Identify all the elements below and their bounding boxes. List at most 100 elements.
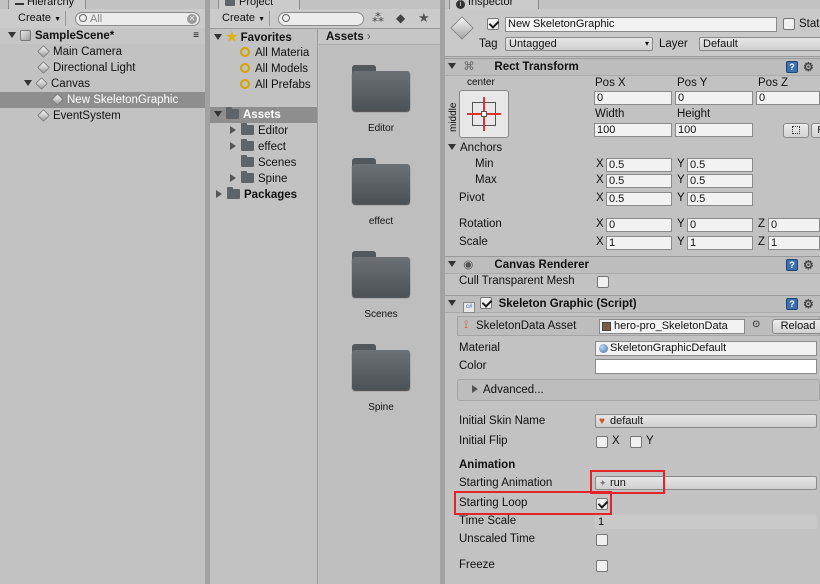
tab-inspector[interactable]: i Inspector [449,0,539,9]
project-search-input[interactable] [278,12,364,26]
flip-x-checkbox[interactable] [596,436,608,448]
scene-row[interactable]: SampleScene* ≡ [0,28,205,44]
skeleton-graphic-header[interactable]: c# Skeleton Graphic (Script) ? ⚙ [445,295,820,313]
list-item[interactable]: All Prefabs [210,77,317,93]
expand-arrow-icon[interactable] [448,144,456,150]
favorite-star-icon[interactable]: ★ [418,10,430,26]
reload-button[interactable]: Reload [772,319,820,334]
scene-menu-icon[interactable]: ≡ [193,28,199,44]
search-by-label-icon[interactable]: ◆ [396,11,405,25]
material-field[interactable]: SkeletonGraphicDefault [595,341,817,356]
static-checkbox[interactable] [783,18,795,30]
advanced-foldout[interactable]: Advanced... [457,379,820,401]
folder-tile-icon[interactable] [352,158,410,204]
flip-x-label: X [612,435,620,447]
help-icon[interactable]: ? [786,61,798,73]
component-enabled-checkbox[interactable] [480,297,493,309]
project-panel: Project Create ▼ ⁂ ◆ ★ ★ Favorites All Ma… [210,0,440,584]
anchor-min-y-field[interactable]: 0.5 [687,158,753,172]
list-item[interactable]: Scenes [210,155,317,171]
create-button[interactable]: Create ▼ [218,11,271,26]
expand-arrow-icon[interactable] [448,63,456,69]
pivot-y-field[interactable]: 0.5 [687,192,753,206]
anchor-max-y-field[interactable]: 0.5 [687,174,753,188]
rotation-x-field[interactable]: 0 [606,218,672,232]
tab-hierarchy[interactable]: Hierarchy [8,0,86,9]
list-item-selected[interactable]: New SkeletonGraphic [0,92,205,108]
expand-arrow-icon[interactable] [472,385,478,393]
hierarchy-search-input[interactable]: All ✕ [75,12,200,26]
width-field[interactable]: 100 [594,123,672,137]
scale-y-field[interactable]: 1 [687,236,753,250]
blueprint-mode-button[interactable] [783,123,809,138]
rotation-z-field[interactable]: 0 [768,218,820,232]
skeleton-data-icon: ⟟ [464,319,469,331]
list-item[interactable]: Spine [210,171,317,187]
canvas-renderer-header[interactable]: ◉ Canvas Renderer ? ⚙ [445,256,820,274]
starting-animation-label: Starting Animation [459,477,553,489]
search-by-type-icon[interactable]: ⁂ [372,11,384,25]
expand-arrow-icon[interactable] [214,34,222,40]
folder-tile-icon[interactable] [352,344,410,390]
asset-icon [602,322,611,331]
anchor-min-x-field[interactable]: 0.5 [606,158,672,172]
active-checkbox[interactable] [487,18,499,30]
settings-gear-icon[interactable]: ⚙ [803,298,815,310]
pos-y-field[interactable]: 0 [675,91,753,105]
pos-z-field[interactable]: 0 [756,91,820,105]
height-field[interactable]: 100 [675,123,753,137]
object-name-field[interactable]: New SkeletonGraphic [505,17,777,32]
anchor-max-x-field[interactable]: 0.5 [606,174,672,188]
scale-x-field[interactable]: 1 [606,236,672,250]
freeze-checkbox[interactable] [596,560,608,572]
expand-arrow-icon[interactable] [216,190,222,198]
layer-dropdown[interactable]: Default [699,37,820,51]
create-button[interactable]: Create ▼ [14,11,67,26]
time-scale-field[interactable]: 1 [595,515,817,529]
favorites-row[interactable]: ★ Favorites [210,29,317,45]
unscaled-time-checkbox[interactable] [596,534,608,546]
expand-arrow-icon[interactable] [448,300,456,306]
raw-edit-button[interactable]: R [811,123,820,138]
rotation-y-field[interactable]: 0 [687,218,753,232]
rect-transform-header[interactable]: ⌘ Rect Transform ? ⚙ [445,58,820,76]
expand-arrow-icon[interactable] [8,32,16,38]
pivot-x-field[interactable]: 0.5 [606,192,672,206]
help-icon[interactable]: ? [786,259,798,271]
help-icon[interactable]: ? [786,298,798,310]
expand-arrow-icon[interactable] [24,80,32,86]
unscaled-time-label: Unscaled Time [459,533,536,545]
breadcrumb-assets[interactable]: Assets [326,31,364,43]
initial-skin-dropdown[interactable]: ♥ default [595,414,817,428]
expand-arrow-icon[interactable] [230,142,236,150]
clear-search-icon[interactable]: ✕ [187,14,197,24]
list-item[interactable]: EventSystem [0,108,205,124]
folder-tile-icon[interactable] [352,65,410,111]
tag-dropdown[interactable]: Untagged ▾ [505,37,653,51]
pos-x-field[interactable]: 0 [594,91,672,105]
expand-arrow-icon[interactable] [214,111,222,117]
color-swatch[interactable] [595,359,817,374]
expand-arrow-icon[interactable] [448,261,456,267]
packages-row[interactable]: Packages [210,187,317,203]
list-item[interactable]: All Models [210,61,317,77]
tab-project[interactable]: Project [218,0,300,9]
settings-gear-icon[interactable]: ⚙ [803,61,815,73]
anchor-presets-button[interactable] [459,90,509,138]
settings-gear-icon[interactable]: ⚙ [803,259,815,271]
expand-arrow-icon[interactable] [230,174,236,182]
folder-tile-icon[interactable] [352,251,410,297]
list-item[interactable]: Directional Light [0,60,205,76]
assets-row[interactable]: Assets [210,107,317,123]
list-item[interactable]: Editor [210,123,317,139]
skeleton-data-field[interactable]: hero-pro_SkeletonData [599,319,745,334]
object-picker-icon[interactable]: ⊙ [752,319,760,330]
list-item[interactable]: effect [210,139,317,155]
list-item[interactable]: Canvas [0,76,205,92]
list-item[interactable]: All Materia [210,45,317,61]
flip-y-checkbox[interactable] [630,436,642,448]
expand-arrow-icon[interactable] [230,126,236,134]
cull-transparent-mesh-checkbox[interactable] [597,276,609,288]
list-item[interactable]: Main Camera [0,44,205,60]
scale-z-field[interactable]: 1 [768,236,820,250]
